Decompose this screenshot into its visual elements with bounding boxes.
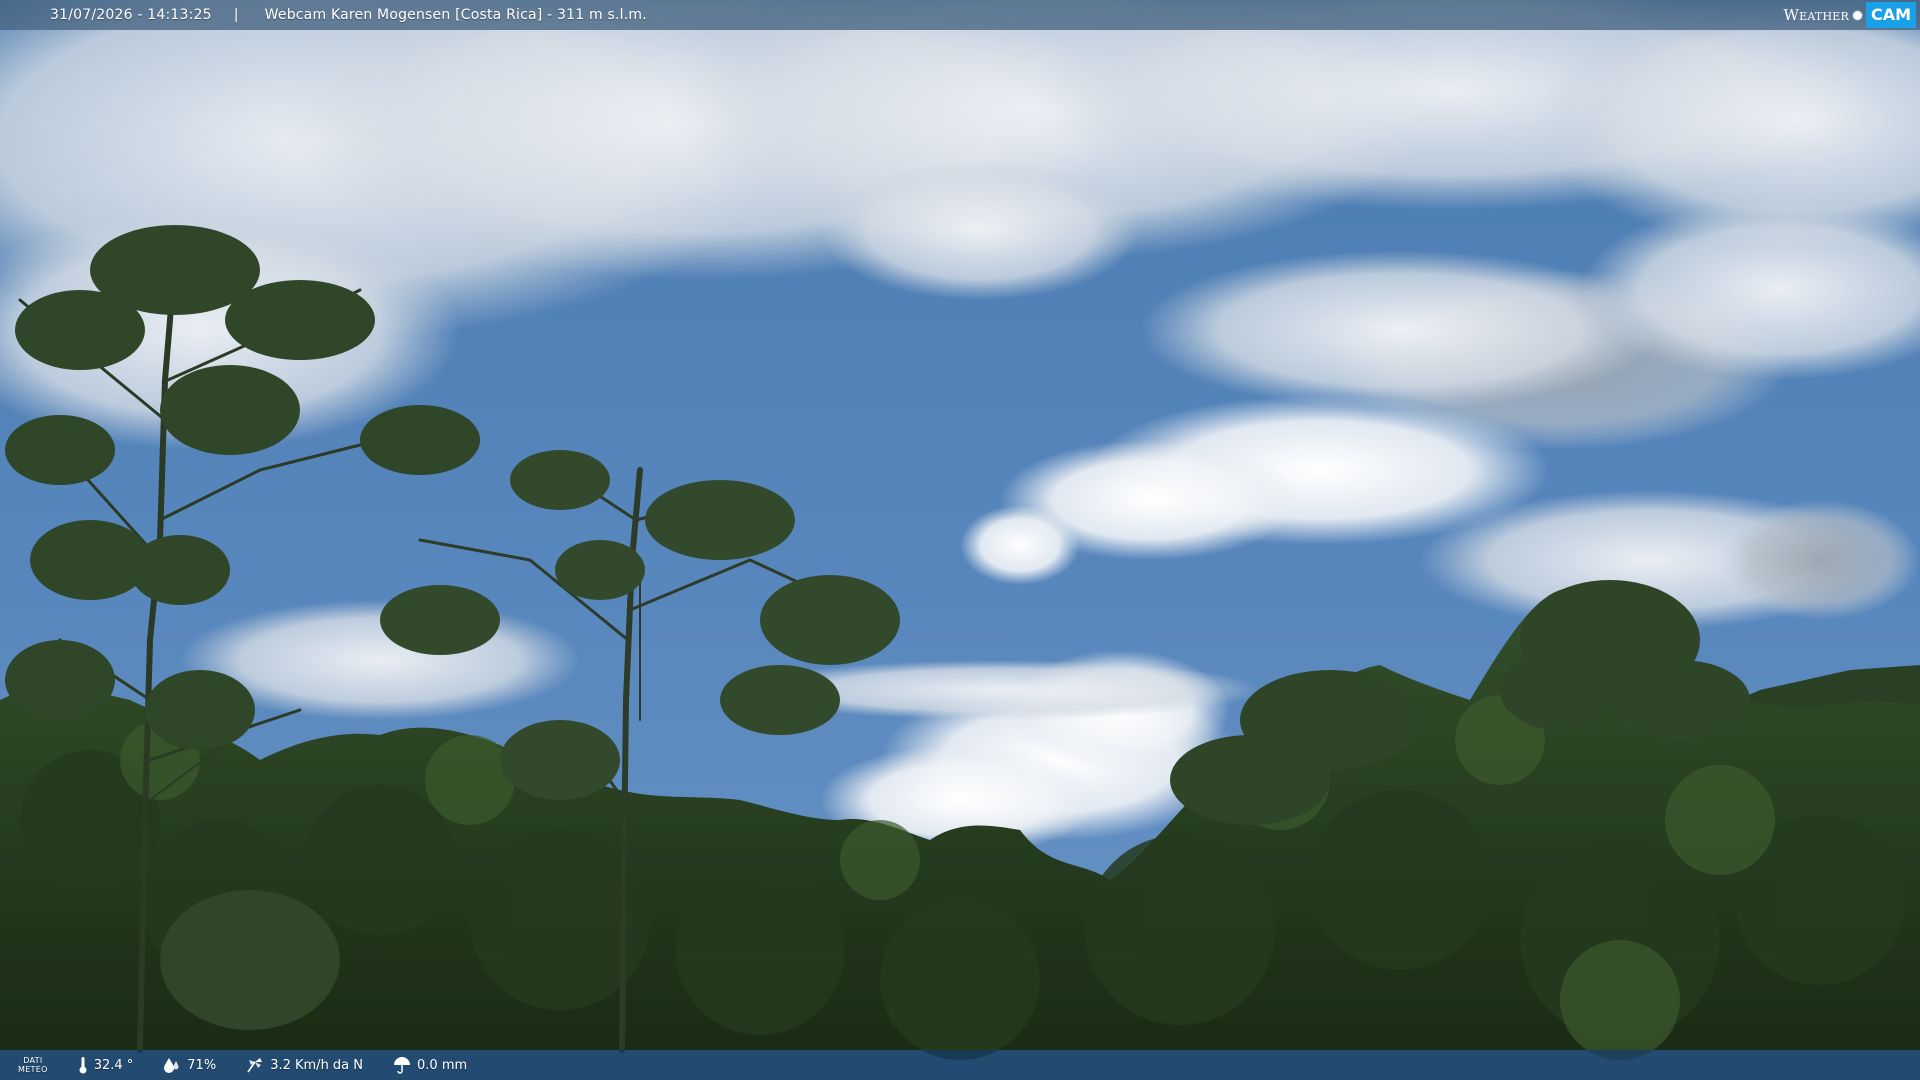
- logo-cam-text: CAM: [1865, 2, 1916, 28]
- wind-metric: 3.2 Km/h da N: [246, 1056, 363, 1074]
- logo-dot-icon: [1852, 10, 1862, 20]
- webcam-scene: [0, 0, 1920, 1080]
- temperature-value: 32.4 °: [93, 1057, 134, 1073]
- rain-value: 0.0 mm: [417, 1057, 468, 1073]
- logo-weather-text: Weather: [1783, 6, 1849, 24]
- thermometer-icon: [79, 1057, 87, 1074]
- camera-title: Webcam Karen Mogensen [Costa Rica] - 311…: [264, 7, 647, 23]
- title-separator: |: [233, 7, 239, 23]
- humidity-metric: 71%: [163, 1057, 216, 1073]
- weather-data-bar: DATI METEO 32.4 ° 71% 3.2 Km/h da N 0.0 …: [0, 1050, 1920, 1080]
- humidity-icon: [164, 1058, 179, 1073]
- weather-data-label-line2: METEO: [18, 1065, 48, 1074]
- rain-metric: 0.0 mm: [393, 1056, 467, 1074]
- wind-value: 3.2 Km/h da N: [270, 1057, 364, 1073]
- temperature-metric: 32.4 °: [78, 1056, 134, 1074]
- wind-icon: [247, 1058, 263, 1073]
- rain-icon: [394, 1057, 411, 1074]
- datetime-stamp: 31/07/2026 - 14:13:25: [50, 7, 212, 23]
- top-info-bar: 31/07/2026 - 14:13:25 | Webcam Karen Mog…: [0, 0, 1920, 30]
- webcam-frame: 31/07/2026 - 14:13:25 | Webcam Karen Mog…: [0, 0, 1920, 1080]
- weather-data-label: DATI METEO: [18, 1056, 48, 1074]
- weathercam-logo: Weather CAM: [1784, 0, 1920, 30]
- humidity-value: 71%: [187, 1057, 217, 1073]
- weather-data-label-line1: DATI: [23, 1056, 43, 1065]
